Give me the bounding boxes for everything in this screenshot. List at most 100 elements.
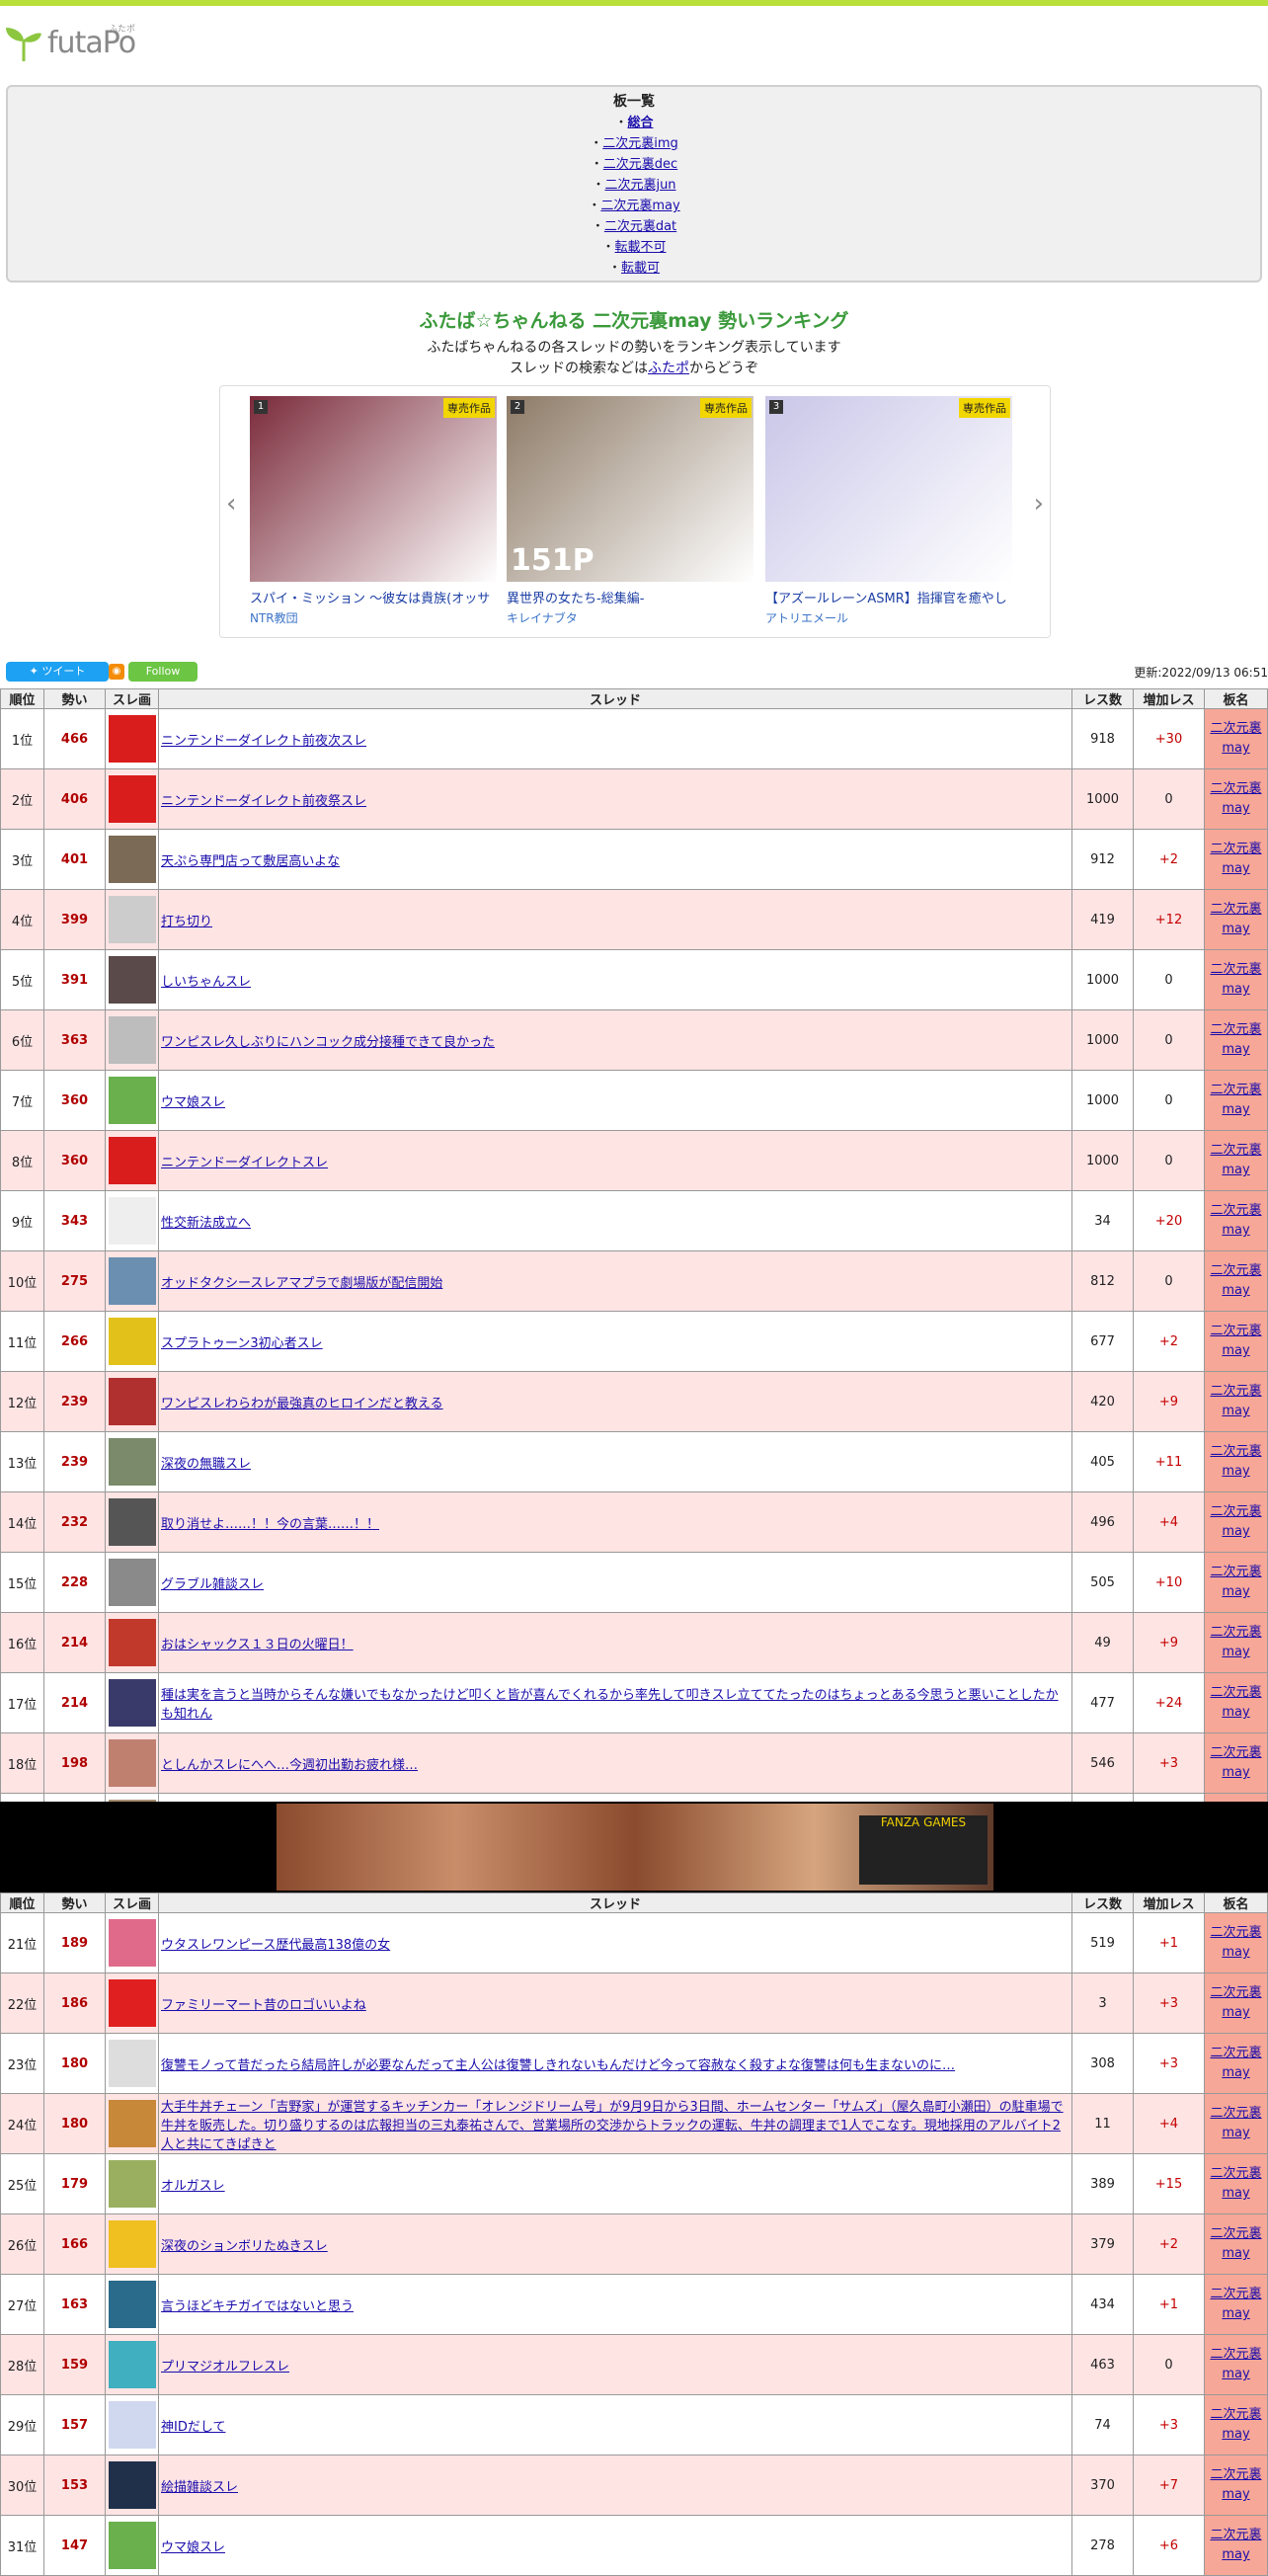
thread-thumbnail[interactable] [105, 1130, 159, 1191]
thread-link[interactable]: ウマ娘スレ [161, 1095, 225, 1110]
thread-link[interactable]: ワンピスレ久しぶりにハンコック成分接種できて良かった [161, 1035, 495, 1050]
thread-link[interactable]: 大手牛丼チェーン「吉野家」が運営するキッチンカー「オレンジドリーム号」が9月9日… [161, 2100, 1064, 2152]
thread-link[interactable]: ワンピスレわらわが最強真のヒロインだと教える [161, 1397, 443, 1411]
thread-thumbnail[interactable] [105, 2033, 159, 2094]
rss-icon[interactable]: ◉ [109, 664, 124, 680]
board-name-link[interactable]: 二次元裏may [1210, 2467, 1261, 2502]
thread-thumbnail[interactable] [105, 829, 159, 890]
product-image[interactable]: 1 専売作品 [250, 396, 497, 582]
board-name-link[interactable]: 二次元裏may [1210, 842, 1261, 876]
thread-link[interactable]: グラブル雑談スレ [161, 1577, 264, 1592]
board-name-link[interactable]: 二次元裏may [1210, 1625, 1261, 1659]
board-name-link[interactable]: 二次元裏may [1210, 2528, 1261, 2562]
board-link[interactable]: 二次元裏img [602, 136, 678, 151]
thread-link[interactable]: ファミリーマート昔のロゴいいよね [161, 1998, 366, 2013]
thread-thumbnail[interactable] [105, 1009, 159, 1071]
thread-thumbnail[interactable] [105, 889, 159, 950]
board-name-link[interactable]: 二次元裏may [1210, 1083, 1261, 1117]
thread-link[interactable]: ウタスレワンピース歴代最高138億の女 [161, 1938, 390, 1953]
product-image[interactable]: 2 専売作品 151P [507, 396, 753, 582]
thread-thumbnail[interactable] [105, 2214, 159, 2275]
thread-link[interactable]: しいちゃんスレ [161, 975, 251, 990]
thread-link[interactable]: おはシャックス１３日の火曜日！ [161, 1638, 354, 1652]
site-logo[interactable]: futaPo ふたポ [4, 20, 152, 67]
thread-link[interactable]: ニンテンドーダイレクトスレ [161, 1156, 328, 1170]
board-link[interactable]: 二次元裏dec [603, 157, 677, 172]
product-title[interactable]: スパイ・ミッション ～彼女は貴族(オッサ [250, 588, 497, 606]
thread-link[interactable]: 取り消せよ……！！今の言葉……！！ [161, 1517, 379, 1532]
thread-thumbnail[interactable] [105, 1612, 159, 1673]
board-name-link[interactable]: 二次元裏may [1210, 1745, 1261, 1780]
thread-link[interactable]: オッドタクシースレアマプラで劇場版が配信開始 [161, 1276, 442, 1291]
product-maker[interactable]: キレイナブタ [507, 609, 753, 626]
board-name-link[interactable]: 二次元裏may [1210, 1203, 1261, 1238]
thread-link[interactable]: スプラトゥーン3初心者スレ [161, 1336, 323, 1351]
thread-link[interactable]: 言うほどキチガイではないと思う [161, 2299, 354, 2314]
thread-link[interactable]: プリマジオルフレスレ [161, 2360, 289, 2375]
product-card[interactable]: 3 専売作品 【アズールレーンASMR】指揮官を癒やし アトリエメール [765, 396, 1012, 626]
board-name-link[interactable]: 二次元裏may [1210, 781, 1261, 816]
thread-thumbnail[interactable] [105, 2153, 159, 2214]
board-name-link[interactable]: 二次元裏may [1210, 2347, 1261, 2381]
thread-thumbnail[interactable] [105, 1912, 159, 1973]
board-name-link[interactable]: 二次元裏may [1210, 2226, 1261, 2261]
board-name-link[interactable]: 二次元裏may [1210, 1504, 1261, 1539]
thread-link[interactable]: としんかスレにへへ…今週初出勤お疲れ様… [161, 1758, 418, 1773]
board-link[interactable]: 転載不可 [615, 240, 667, 255]
thread-thumbnail[interactable] [105, 708, 159, 769]
thread-link[interactable]: 打ち切り [161, 915, 212, 929]
product-title[interactable]: 異世界の女たち-総集編- [507, 588, 753, 606]
board-name-link[interactable]: 二次元裏may [1210, 2166, 1261, 2201]
thread-thumbnail[interactable] [105, 1972, 159, 2034]
board-link[interactable]: 二次元裏dat [604, 219, 676, 234]
board-name-link[interactable]: 二次元裏may [1210, 1384, 1261, 1418]
thread-thumbnail[interactable] [105, 1431, 159, 1492]
board-name-link[interactable]: 二次元裏may [1210, 1324, 1261, 1358]
thread-thumbnail[interactable] [105, 1190, 159, 1251]
product-image[interactable]: 3 専売作品 [765, 396, 1012, 582]
follow-button[interactable]: Follow [128, 662, 198, 682]
product-maker[interactable]: アトリエメール [765, 609, 1012, 626]
thread-thumbnail[interactable] [105, 1732, 159, 1794]
board-link[interactable]: 二次元裏jun [604, 178, 675, 193]
thread-thumbnail[interactable] [105, 1371, 159, 1432]
board-name-link[interactable]: 二次元裏may [1210, 1565, 1261, 1599]
thread-link[interactable]: オルガスレ [161, 2179, 225, 2194]
thread-link[interactable]: ウマ娘スレ [161, 2540, 225, 2555]
thread-thumbnail[interactable] [105, 2274, 159, 2335]
thread-link[interactable]: 神IDだして [161, 2420, 225, 2435]
thread-link[interactable]: 種は実を言うと当時からそんな嫌いでもなかったけど叩くと皆が喜んでくれるから率先し… [161, 1688, 1059, 1722]
board-name-link[interactable]: 二次元裏may [1210, 1925, 1261, 1960]
board-link[interactable]: 二次元裏may [600, 199, 679, 213]
carousel-next-icon[interactable]: › [1034, 489, 1044, 519]
board-name-link[interactable]: 二次元裏may [1210, 1444, 1261, 1479]
thread-link[interactable]: ニンテンドーダイレクト前夜次スレ [161, 734, 366, 749]
tweet-button[interactable]: ✦ ツイート [6, 662, 109, 682]
thread-link[interactable]: 深夜のションボリたぬきスレ [161, 2239, 328, 2254]
board-name-link[interactable]: 二次元裏may [1210, 1022, 1261, 1057]
thread-thumbnail[interactable] [105, 1552, 159, 1613]
board-name-link[interactable]: 二次元裏may [1210, 2287, 1261, 2321]
thread-thumbnail[interactable] [105, 2334, 159, 2395]
thread-thumbnail[interactable] [105, 768, 159, 830]
board-name-link[interactable]: 二次元裏may [1210, 1263, 1261, 1298]
thread-link[interactable]: 絵描雑談スレ [161, 2480, 238, 2495]
board-name-link[interactable]: 二次元裏may [1210, 2046, 1261, 2080]
thread-link[interactable]: 性交新法成立へ [161, 1216, 251, 1231]
thread-thumbnail[interactable] [105, 1491, 159, 1553]
ad-banner[interactable]: FANZA GAMES [0, 1802, 1268, 1892]
product-card[interactable]: 2 専売作品 151P 異世界の女たち-総集編- キレイナブタ [507, 396, 753, 626]
thread-thumbnail[interactable] [105, 2515, 159, 2576]
futapo-link[interactable]: ふたポ [648, 361, 689, 376]
board-name-link[interactable]: 二次元裏may [1210, 902, 1261, 936]
thread-thumbnail[interactable] [105, 1250, 159, 1312]
board-name-link[interactable]: 二次元裏may [1210, 1985, 1261, 2020]
board-name-link[interactable]: 二次元裏may [1210, 721, 1261, 756]
board-name-link[interactable]: 二次元裏may [1210, 1143, 1261, 1177]
board-name-link[interactable]: 二次元裏may [1210, 1685, 1261, 1720]
thread-thumbnail[interactable] [105, 2455, 159, 2516]
board-name-link[interactable]: 二次元裏may [1210, 962, 1261, 997]
thread-thumbnail[interactable] [105, 1070, 159, 1131]
thread-link[interactable]: 復讐モノって昔だったら結局許しが必要なんだって主人公は復讐しきれないもんだけど今… [161, 2058, 955, 2073]
thread-thumbnail[interactable] [105, 2093, 159, 2154]
